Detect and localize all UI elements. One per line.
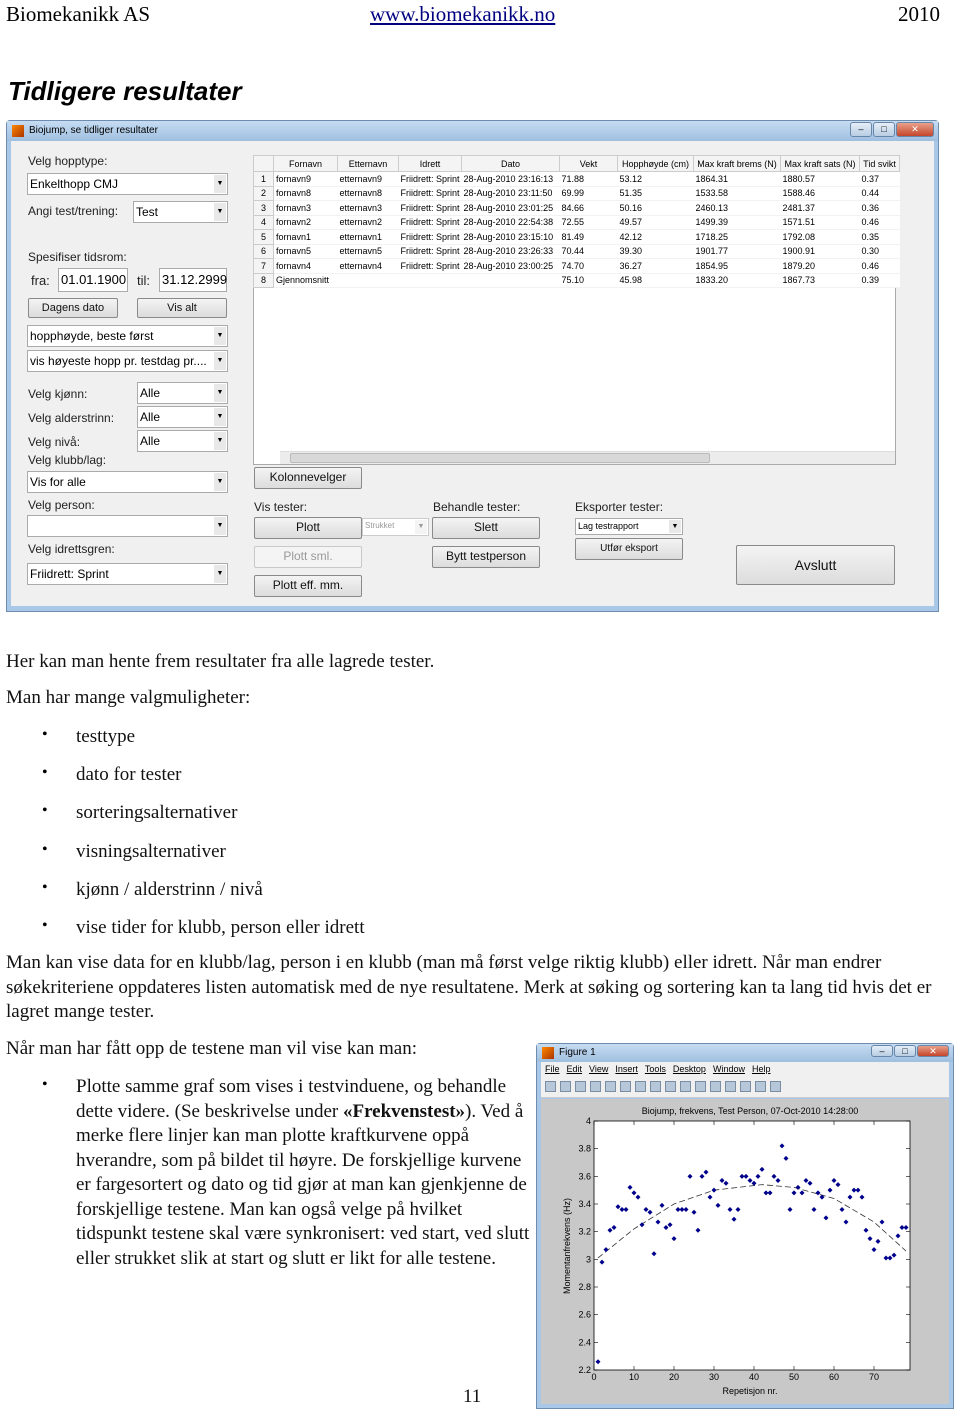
y-tick-label: 2.2: [578, 1365, 591, 1375]
x-tick-label: 70: [869, 1372, 879, 1382]
y-tick-label: 2.8: [578, 1282, 591, 1292]
y-tick-label: 2.6: [578, 1310, 591, 1320]
y-tick-label: 3.8: [578, 1144, 591, 1154]
x-tick-label: 60: [829, 1372, 839, 1382]
x-tick-label: 50: [789, 1372, 799, 1382]
y-axis-label: Momentanfrekvens (Hz): [562, 1198, 572, 1294]
x-tick-label: 40: [749, 1372, 759, 1382]
plot-area: [593, 1120, 911, 1371]
y-tick-label: 3.2: [578, 1227, 591, 1237]
x-axis-label: Repetisjon nr.: [722, 1386, 777, 1396]
x-tick-label: 0: [591, 1372, 596, 1382]
y-tick-label: 3.4: [578, 1199, 591, 1209]
y-tick-label: 4: [586, 1116, 591, 1126]
x-tick-label: 30: [709, 1372, 719, 1382]
chart-title: Biojump, frekvens, Test Person, 07-Oct-2…: [642, 1106, 858, 1116]
frequency-scatter-chart: Biojump, frekvens, Test Person, 07-Oct-2…: [562, 1106, 911, 1396]
x-tick-label: 10: [629, 1372, 639, 1382]
x-tick-label: 20: [669, 1372, 679, 1382]
y-tick-label: 3: [586, 1254, 591, 1264]
y-tick-label: 3.6: [578, 1171, 591, 1181]
y-tick-label: 2.4: [578, 1337, 591, 1347]
